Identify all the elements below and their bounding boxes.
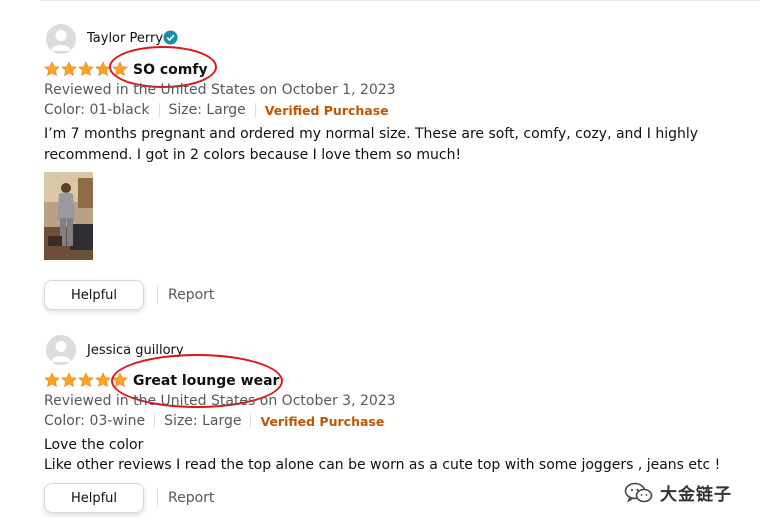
review-attributes: Color: 03-wine Size: Large Verified Purc… [44,413,384,429]
review-date: Reviewed in the United States on October… [44,82,396,98]
color-variant[interactable]: Color: 01-black [44,102,150,118]
top-divider [40,0,760,1]
verified-purchase-badge[interactable]: Verified Purchase [260,414,384,429]
divider [158,103,160,117]
watermark-text: 大金链子 [660,485,732,505]
star-icon [61,61,77,77]
review-image-thumbnail[interactable] [44,172,93,260]
user-silhouette-icon [51,30,71,51]
star-icon [44,61,60,77]
avatar[interactable] [46,335,76,365]
divider [154,414,156,428]
size-variant: Size: Large [164,413,242,429]
user-silhouette-icon [51,341,71,362]
watermark: 大金链子 [624,480,732,505]
helpful-button[interactable]: Helpful [44,483,144,513]
star-icon [44,372,60,388]
divider [254,103,256,117]
verified-purchase-badge[interactable]: Verified Purchase [265,103,389,118]
wechat-icon [624,482,653,503]
star-icon [78,372,94,388]
divider [250,414,252,428]
review-body: I’m 7 months pregnant and ordered my nor… [44,126,699,163]
divider [157,489,158,507]
reviewer-name[interactable]: Taylor Perry [87,31,163,46]
divider [157,286,158,304]
report-link[interactable]: Report [168,287,214,303]
size-variant: Size: Large [168,102,246,118]
review-attributes: Color: 01-black Size: Large Verified Pur… [44,102,389,118]
avatar[interactable] [46,24,76,54]
review-body-line: Like other reviews I read the top alone … [44,457,721,473]
review-photo [44,172,93,260]
verified-badge-icon [163,30,178,45]
star-icon [61,372,77,388]
helpful-button[interactable]: Helpful [44,280,144,310]
color-variant[interactable]: Color: 03-wine [44,413,145,429]
report-link[interactable]: Report [168,490,214,506]
star-icon [95,372,111,388]
star-icon [78,61,94,77]
review-date: Reviewed in the United States on October… [44,393,396,409]
review-body-line: Love the color [44,437,144,453]
